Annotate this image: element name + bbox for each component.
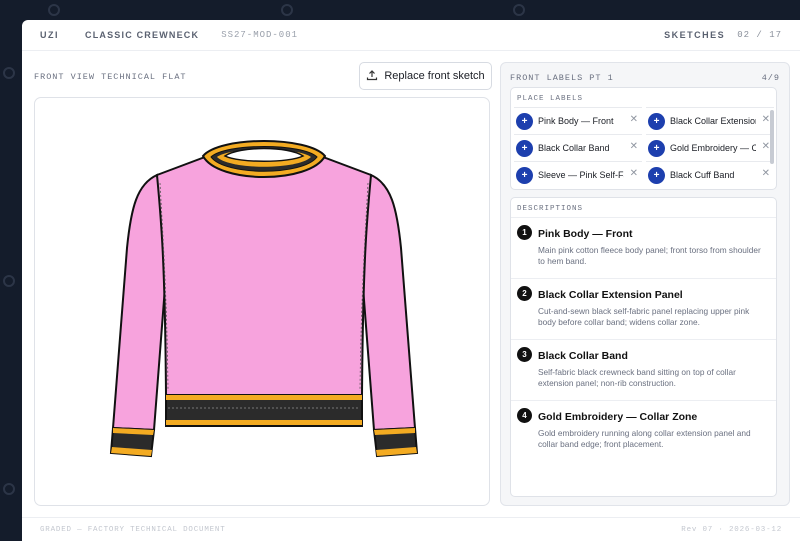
description-title: Black Collar Extension Panel	[538, 289, 683, 301]
description-title: Pink Body — Front	[538, 228, 633, 240]
descriptions-heading: DESCRIPTIONS	[517, 205, 584, 213]
description-title: Gold Embroidery — Collar Zone	[538, 411, 698, 423]
footer-doc-label: GRADED — FACTORY TECHNICAL DOCUMENT	[40, 525, 226, 534]
chip-label: Black Collar Band	[538, 143, 610, 153]
frame-dot	[3, 275, 15, 287]
close-icon[interactable]: ✕	[630, 141, 638, 152]
chip-label: Gold Embroidery — Collar Zone	[670, 143, 756, 153]
description-item[interactable]: 1 Pink Body — Front Main pink cotton fle…	[511, 217, 776, 278]
labels-panel: FRONT LABELS PT 1 4/9 PLACE LABELS + Pin…	[500, 62, 790, 506]
close-icon[interactable]: ✕	[762, 141, 770, 152]
number-badge: 4	[517, 408, 532, 423]
label-chip[interactable]: + Pink Body — Front ✕	[514, 107, 642, 134]
description-item[interactable]: 4 Gold Embroidery — Collar Zone Gold emb…	[511, 400, 776, 461]
chip-label: Pink Body — Front	[538, 116, 614, 126]
close-icon[interactable]: ✕	[762, 168, 770, 179]
neck-opening	[223, 147, 305, 162]
app-window: UZI CLASSIC CREWNECK SS27-MOD-001 SKETCH…	[22, 20, 800, 541]
sketch-canvas[interactable]	[34, 97, 490, 506]
close-icon[interactable]: ✕	[630, 168, 638, 179]
label-chip[interactable]: + Black Collar Band ✕	[514, 134, 642, 161]
sketch-nav: SKETCHES 02 / 17	[664, 30, 782, 40]
replace-sketch-button[interactable]: Replace front sketch	[359, 62, 492, 90]
sketch-panel: FRONT VIEW TECHNICAL FLAT Replace front …	[34, 62, 492, 507]
sketches-label[interactable]: SKETCHES	[664, 30, 725, 40]
description-text: Self-fabric black crewneck band sitting …	[538, 367, 736, 388]
description-item[interactable]: 3 Black Collar Band Self-fabric black cr…	[511, 339, 776, 400]
description-text: Gold embroidery running along collar ext…	[538, 428, 751, 449]
pink-body	[155, 152, 373, 396]
plus-icon[interactable]: +	[516, 112, 533, 130]
plus-icon[interactable]: +	[648, 112, 665, 130]
label-chip[interactable]: + Black Cuff Band ✕	[646, 161, 774, 188]
chip-label: Black Cuff Band	[670, 170, 735, 180]
style-title: CLASSIC CREWNECK	[85, 30, 200, 40]
place-labels-heading: PLACE LABELS	[517, 95, 584, 103]
number-badge: 1	[517, 225, 532, 240]
description-title: Black Collar Band	[538, 350, 628, 362]
close-icon[interactable]: ✕	[762, 114, 770, 125]
chips-scrollbar[interactable]	[770, 110, 774, 164]
chip-label: Black Collar Extension Panel	[670, 116, 756, 126]
app-name: UZI	[40, 30, 59, 40]
label-chip[interactable]: + Black Collar Extension Panel ✕	[646, 107, 774, 134]
plus-icon[interactable]: +	[516, 166, 533, 184]
place-labels-box: PLACE LABELS + Pink Body — Front ✕ + Bla…	[510, 87, 777, 190]
number-badge: 2	[517, 286, 532, 301]
frame-dot	[3, 483, 15, 495]
plus-icon[interactable]: +	[648, 166, 665, 184]
frame-dot	[513, 4, 525, 16]
description-text: Cut-and-sewn black self-fabric panel rep…	[538, 306, 750, 327]
frame-dot	[3, 67, 15, 79]
close-icon[interactable]: ✕	[630, 114, 638, 125]
view-label: FRONT VIEW TECHNICAL FLAT	[34, 72, 187, 82]
replace-sketch-label: Replace front sketch	[384, 70, 485, 82]
description-text: Main pink cotton fleece body panel; fron…	[538, 245, 761, 266]
sketch-counter: 02 / 17	[737, 30, 782, 40]
sweater-flat-sketch	[109, 140, 419, 458]
number-badge: 3	[517, 347, 532, 362]
plus-icon[interactable]: +	[648, 139, 665, 157]
descriptions-box: DESCRIPTIONS 1 Pink Body — Front Main pi…	[510, 197, 777, 497]
frame-dot	[281, 4, 293, 16]
labels-page-counter: 4/9	[761, 73, 780, 83]
plus-icon[interactable]: +	[516, 139, 533, 157]
chip-label: Sleeve — Pink Self-Fabric	[538, 170, 624, 180]
top-bar: UZI CLASSIC CREWNECK SS27-MOD-001 SKETCH…	[22, 20, 800, 51]
labels-panel-title: FRONT LABELS PT 1	[510, 73, 614, 83]
label-chip[interactable]: + Sleeve — Pink Self-Fabric ✕	[514, 161, 642, 188]
description-item[interactable]: 2 Black Collar Extension Panel Cut-and-s…	[511, 278, 776, 339]
upload-icon	[366, 69, 378, 84]
footer: GRADED — FACTORY TECHNICAL DOCUMENT Rev …	[22, 517, 800, 541]
footer-revision: Rev 07 · 2026-03-12	[681, 525, 782, 534]
label-chip[interactable]: + Gold Embroidery — Collar Zone ✕	[646, 134, 774, 161]
frame-dot	[48, 4, 60, 16]
style-code: SS27-MOD-001	[221, 30, 299, 40]
